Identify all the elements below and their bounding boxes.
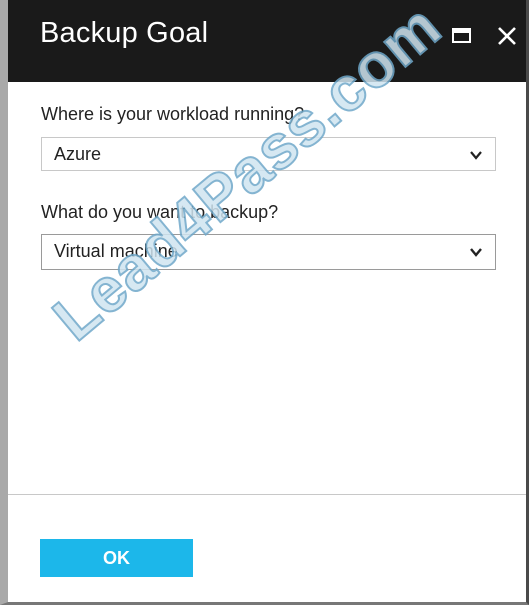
backup-goal-blade: Backup Goal Where is your workload runni… [0, 0, 529, 605]
chevron-down-icon [470, 248, 482, 257]
maximize-icon [452, 28, 471, 43]
ok-button[interactable]: OK [40, 539, 193, 577]
backup-target-dropdown[interactable]: Virtual machine [41, 234, 496, 270]
maximize-button[interactable] [449, 22, 477, 50]
footer-divider [8, 494, 526, 495]
workload-location-label: Where is your workload running? [41, 104, 305, 124]
chevron-down-icon [470, 151, 482, 160]
close-button[interactable] [493, 22, 521, 50]
workload-location-value: Azure [54, 144, 102, 164]
backup-target-label: What do you want to backup? [41, 202, 279, 222]
blade-header: Backup Goal [8, 0, 526, 82]
close-icon [498, 27, 516, 45]
workload-location-dropdown[interactable]: Azure [41, 137, 496, 171]
blade-title: Backup Goal [40, 17, 209, 49]
backup-target-value: Virtual machine [54, 241, 178, 261]
